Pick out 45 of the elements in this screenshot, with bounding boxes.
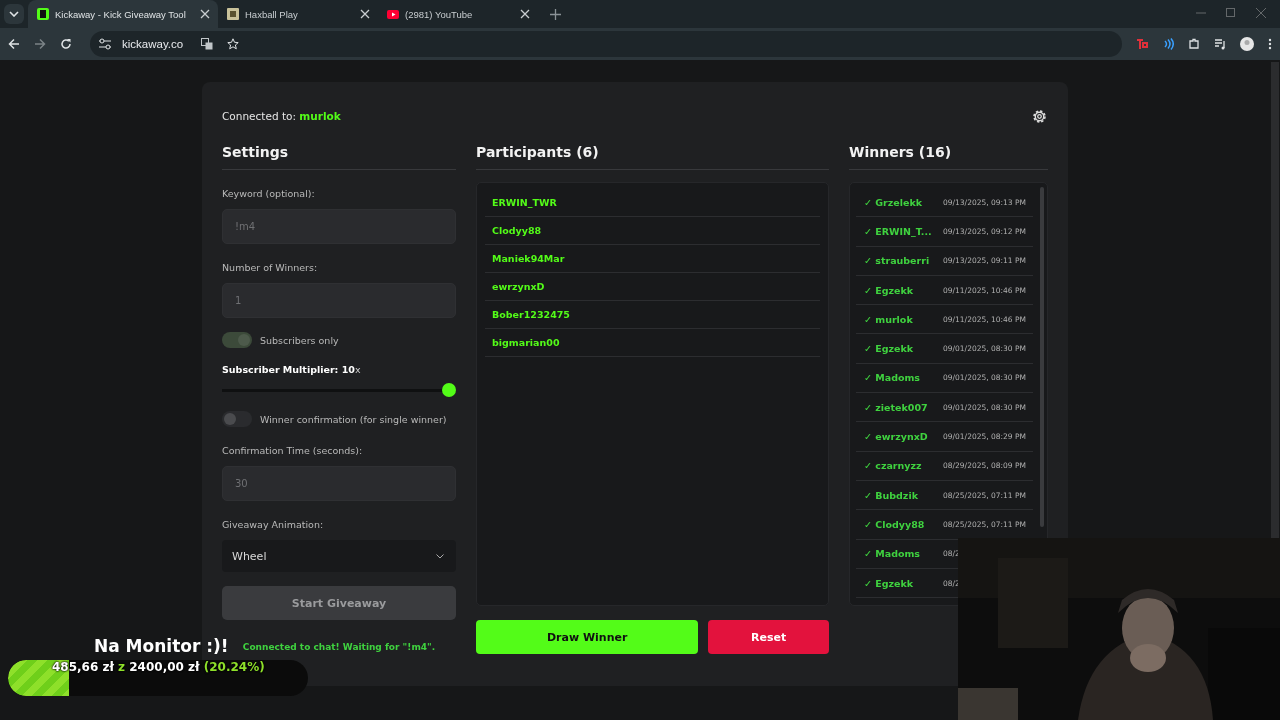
winner-name: ✓ Madoms (864, 548, 920, 560)
reset-button[interactable]: Reset (708, 620, 829, 654)
field-label: Giveaway Animation: (222, 519, 325, 530)
winner-name: ✓ Bubdzik (864, 489, 918, 501)
winner-name: ✓ strauberri (864, 255, 930, 267)
section-heading: Settings (222, 144, 456, 170)
input-field[interactable]: !m4 (222, 209, 456, 244)
participant-name: Maniek94Mar (485, 245, 820, 273)
winner-name: ✓ Egzekk (864, 343, 914, 355)
winner-name: ✓ zietek007 (864, 401, 928, 413)
section-heading: Winners (16) (849, 144, 1048, 170)
participant-name: ewrzynxD (485, 273, 820, 301)
winner-name: ✓ murlok (864, 313, 913, 325)
winner-name: ✓ czarnyzz (864, 460, 922, 472)
field-label: Keyword (optional): (222, 188, 316, 199)
winner-name: ✓ Grzelekk (864, 196, 923, 208)
winner-name: ✓ Egzekk (864, 284, 914, 296)
winner-name: ✓ Clodyy88 (864, 518, 925, 530)
participant-name: Clodyy88 (485, 217, 820, 245)
animation-dropdown[interactable]: Wheel (222, 540, 456, 572)
status-message: Connected to chat! Waiting for "!m4". (241, 642, 437, 652)
winner-name: ✓ Madoms (864, 372, 920, 384)
browser-tab[interactable]: (2981) YouTube (378, 0, 538, 28)
winner-name: ✓ ERWIN_T... (864, 225, 932, 237)
section-heading: Participants (6) (476, 144, 829, 170)
url-text: kickaway.co (122, 38, 184, 50)
winner-name: ✓ ewrzynxD (864, 431, 928, 442)
winner-name: ✓ Egzekk (864, 577, 914, 589)
field-label: Confirmation Time (seconds): (222, 445, 364, 456)
connection-text: Connected to: murlok (222, 110, 341, 122)
toggle-label: Subscribers only (260, 334, 339, 346)
participant-name: bigmarian00 (485, 329, 820, 357)
participant-name: ERWIN_TWR (485, 189, 820, 217)
browser-tab[interactable]: Haxball Play (218, 0, 378, 28)
goal-title: Na Monitor :)! (94, 636, 229, 656)
toggle-label: Winner confirmation (for single winner) (260, 413, 447, 425)
participant-name: Bober1232475 (485, 301, 820, 329)
input-field[interactable]: 1 (222, 283, 456, 318)
slider-label: Subscriber Multiplier: 10x (222, 364, 362, 375)
input-field[interactable]: 30 (222, 466, 456, 501)
address-bar[interactable]: kickaway.co (90, 31, 1122, 57)
start-giveaway-button[interactable]: Start Giveaway (222, 586, 456, 620)
browser-tab[interactable]: Kickaway - Kick Giveaway Tool (28, 0, 218, 28)
field-label: Number of Winners: (222, 262, 319, 273)
draw-winner-button[interactable]: Draw Winner (476, 620, 699, 654)
